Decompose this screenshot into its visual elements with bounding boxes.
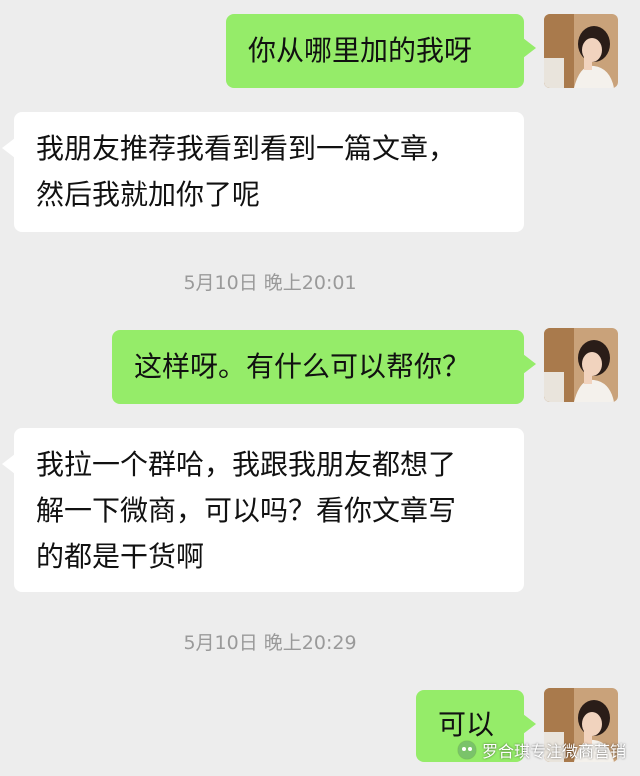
outgoing-message-bubble[interactable]: 你从哪里加的我呀 xyxy=(226,14,536,88)
message-line: 解一下微商，可以吗？看你文章写 xyxy=(36,494,457,527)
avatar-photo-icon xyxy=(544,14,618,88)
message-text: 这样呀。有什么可以帮你？ xyxy=(134,350,471,383)
watermark-text: 罗合琪专注微商营销 xyxy=(481,742,626,761)
incoming-message-bubble[interactable]: 我朋友推荐我看到看到一篇文章， 然后我就加你了呢 xyxy=(2,112,524,232)
message-line: 然后我就加你了呢 xyxy=(36,178,261,211)
outgoing-message-bubble[interactable]: 这样呀。有什么可以帮你？ xyxy=(112,330,536,404)
incoming-message-bubble[interactable]: 我拉一个群哈，我跟我朋友都想了 解一下微商，可以吗？看你文章写 的都是干货啊 xyxy=(2,428,524,592)
message-line: 的都是干货啊 xyxy=(36,540,205,573)
message-line: 我拉一个群哈，我跟我朋友都想了 xyxy=(36,448,457,481)
watermark: 罗合琪专注微商营销 xyxy=(457,738,626,762)
message-timestamp: 5月10日 晚上20:29 xyxy=(183,632,357,654)
message-text: 你从哪里加的我呀 xyxy=(248,34,473,67)
message-text: 可以 xyxy=(438,708,495,741)
my-avatar[interactable] xyxy=(544,328,618,402)
message-line: 我朋友推荐我看到看到一篇文章， xyxy=(36,132,457,165)
message-timestamp: 5月10日 晚上20:01 xyxy=(183,272,357,294)
my-avatar[interactable] xyxy=(544,14,618,88)
wechat-official-account-icon xyxy=(457,741,476,759)
avatar-photo-icon xyxy=(544,328,618,402)
